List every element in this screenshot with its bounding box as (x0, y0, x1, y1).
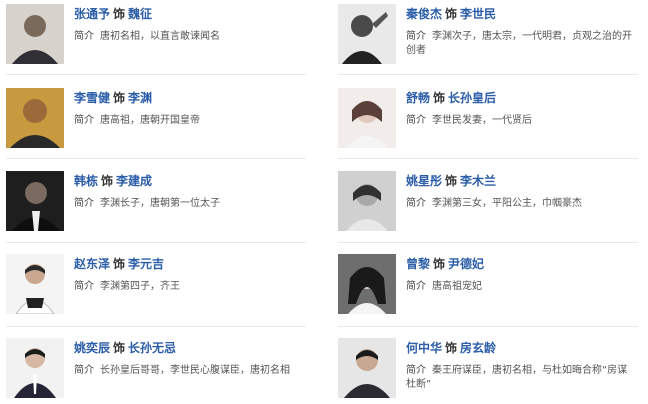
as-word: 饰 (113, 257, 126, 271)
cast-card[interactable]: 张通予饰魏征 简介 唐初名相，以直言敢谏闻名 (6, 4, 306, 70)
card-intro: 简介 唐高祖，唐朝开国皇帝 (74, 114, 306, 128)
card-title: 李雪健饰李渊 (74, 90, 152, 106)
row-divider (338, 158, 638, 159)
actor-photo[interactable] (338, 4, 396, 64)
as-word: 饰 (433, 257, 446, 271)
as-word: 饰 (433, 91, 446, 105)
card-title: 赵东泽饰李元吉 (74, 256, 164, 272)
cast-card[interactable]: 李雪健饰李渊 简介 唐高祖，唐朝开国皇帝 (6, 88, 306, 154)
card-title: 秦俊杰饰李世民 (406, 6, 496, 22)
card-intro: 简介 李世民发妻，一代贤后 (406, 114, 638, 128)
actor-name[interactable]: 赵东泽 (74, 257, 110, 271)
intro-label: 简介 (406, 31, 426, 42)
row-divider (338, 326, 638, 327)
card-title: 曾黎饰尹德妃 (406, 256, 484, 272)
intro-text: 李渊次子，唐太宗，一代明君，贞观之治的开创者 (406, 31, 632, 56)
intro-text: 李渊第四子，齐王 (100, 281, 180, 292)
actor-name[interactable]: 韩栋 (74, 174, 98, 188)
cast-grid: 张通予饰魏征 简介 唐初名相，以直言敢谏闻名 秦俊杰饰李世民 简介 李渊次子，唐太宗… (0, 0, 648, 400)
card-title: 姚奕辰饰长孙无忌 (74, 340, 176, 356)
row-divider (6, 158, 306, 159)
intro-text: 李世民发妻，一代贤后 (432, 115, 532, 126)
role-name[interactable]: 长孙无忌 (128, 341, 176, 355)
role-name[interactable]: 房玄龄 (460, 341, 496, 355)
intro-label: 简介 (74, 31, 94, 42)
role-name[interactable]: 魏征 (128, 7, 152, 21)
cast-card[interactable]: 舒畅饰长孙皇后 简介 李世民发妻，一代贤后 (338, 88, 638, 154)
as-word: 饰 (113, 91, 126, 105)
cast-card[interactable]: 姚奕辰饰长孙无忌 简介 长孙皇后哥哥，李世民心腹谋臣，唐初名相 (6, 338, 306, 404)
actor-name[interactable]: 舒畅 (406, 91, 430, 105)
intro-label: 简介 (406, 198, 426, 209)
intro-text: 李渊长子，唐朝第一位太子 (100, 198, 220, 209)
card-intro: 简介 李渊次子，唐太宗，一代明君，贞观之治的开创者 (406, 30, 636, 58)
as-word: 饰 (101, 174, 114, 188)
role-name[interactable]: 李渊 (128, 91, 152, 105)
intro-text: 李渊第三女，平阳公主，巾帼豪杰 (432, 198, 582, 209)
intro-text: 唐高祖宠妃 (432, 281, 482, 292)
actor-name[interactable]: 张通予 (74, 7, 110, 21)
role-name[interactable]: 李世民 (460, 7, 496, 21)
intro-label: 简介 (74, 115, 94, 126)
role-name[interactable]: 李建成 (116, 174, 152, 188)
intro-label: 简介 (74, 281, 94, 292)
cast-card[interactable]: 何中华饰房玄龄 简介 秦王府谋臣，唐初名相，与杜如晦合称“房谋杜断” (338, 338, 638, 404)
actor-photo[interactable] (338, 171, 396, 231)
actor-name[interactable]: 李雪健 (74, 91, 110, 105)
actor-photo[interactable] (338, 254, 396, 314)
card-intro: 简介 长孙皇后哥哥，李世民心腹谋臣，唐初名相 (74, 364, 304, 378)
role-name[interactable]: 尹德妃 (448, 257, 484, 271)
row-divider (338, 242, 638, 243)
intro-label: 简介 (74, 365, 94, 376)
card-intro: 简介 秦王府谋臣，唐初名相，与杜如晦合称“房谋杜断” (406, 364, 636, 392)
row-divider (338, 74, 638, 75)
role-name[interactable]: 李木兰 (460, 174, 496, 188)
intro-label: 简介 (406, 115, 426, 126)
card-intro: 简介 唐高祖宠妃 (406, 280, 638, 294)
role-name[interactable]: 李元吉 (128, 257, 164, 271)
card-intro: 简介 李渊第三女，平阳公主，巾帼豪杰 (406, 197, 638, 211)
intro-label: 简介 (74, 198, 94, 209)
actor-name[interactable]: 曾黎 (406, 257, 430, 271)
actor-photo[interactable] (6, 4, 64, 64)
as-word: 饰 (445, 174, 458, 188)
as-word: 饰 (445, 7, 458, 21)
as-word: 饰 (445, 341, 458, 355)
card-title: 何中华饰房玄龄 (406, 340, 496, 356)
actor-photo[interactable] (338, 338, 396, 398)
actor-photo[interactable] (6, 338, 64, 398)
card-title: 张通予饰魏征 (74, 6, 152, 22)
actor-photo[interactable] (6, 88, 64, 148)
actor-name[interactable]: 姚星彤 (406, 174, 442, 188)
as-word: 饰 (113, 7, 126, 21)
card-title: 舒畅饰长孙皇后 (406, 90, 496, 106)
cast-card[interactable]: 赵东泽饰李元吉 简介 李渊第四子，齐王 (6, 254, 306, 320)
intro-text: 唐高祖，唐朝开国皇帝 (100, 115, 200, 126)
card-intro: 简介 李渊第四子，齐王 (74, 280, 306, 294)
cast-card[interactable]: 韩栋饰李建成 简介 李渊长子，唐朝第一位太子 (6, 171, 306, 237)
intro-label: 简介 (406, 281, 426, 292)
card-intro: 简介 李渊长子，唐朝第一位太子 (74, 197, 306, 211)
actor-photo[interactable] (338, 88, 396, 148)
role-name[interactable]: 长孙皇后 (448, 91, 496, 105)
intro-text: 长孙皇后哥哥，李世民心腹谋臣，唐初名相 (100, 365, 290, 376)
as-word: 饰 (113, 341, 126, 355)
row-divider (6, 74, 306, 75)
intro-text: 唐初名相，以直言敢谏闻名 (100, 31, 220, 42)
cast-card[interactable]: 曾黎饰尹德妃 简介 唐高祖宠妃 (338, 254, 638, 320)
actor-name[interactable]: 何中华 (406, 341, 442, 355)
intro-label: 简介 (406, 365, 426, 376)
card-title: 姚星彤饰李木兰 (406, 173, 496, 189)
card-title: 韩栋饰李建成 (74, 173, 152, 189)
cast-card[interactable]: 姚星彤饰李木兰 简介 李渊第三女，平阳公主，巾帼豪杰 (338, 171, 638, 237)
cast-card[interactable]: 秦俊杰饰李世民 简介 李渊次子，唐太宗，一代明君，贞观之治的开创者 (338, 4, 638, 70)
actor-photo[interactable] (6, 254, 64, 314)
intro-text: 秦王府谋臣，唐初名相，与杜如晦合称“房谋杜断” (406, 365, 628, 390)
card-intro: 简介 唐初名相，以直言敢谏闻名 (74, 30, 306, 44)
actor-photo[interactable] (6, 171, 64, 231)
actor-name[interactable]: 秦俊杰 (406, 7, 442, 21)
row-divider (6, 326, 306, 327)
row-divider (6, 242, 306, 243)
actor-name[interactable]: 姚奕辰 (74, 341, 110, 355)
